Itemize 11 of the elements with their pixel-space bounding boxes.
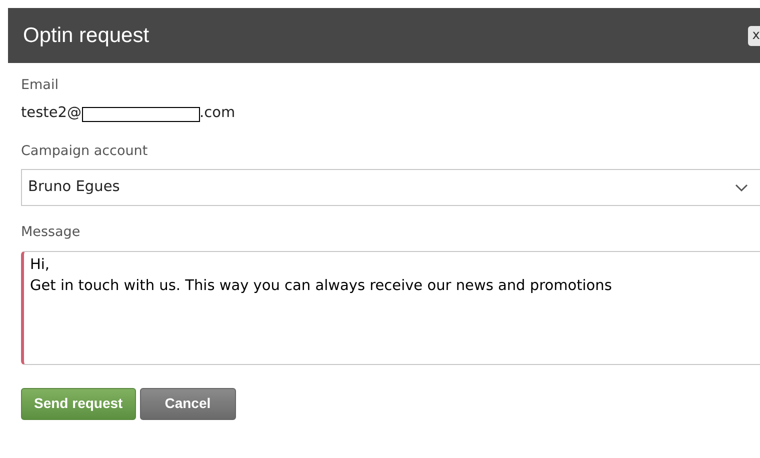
cancel-button[interactable]: Cancel bbox=[140, 388, 236, 420]
dialog-title: Optin request bbox=[23, 22, 150, 49]
chevron-down-icon bbox=[735, 184, 748, 192]
email-value: teste2@ bbox=[21, 104, 82, 124]
email-value: .com bbox=[200, 104, 236, 124]
field-label: Email bbox=[21, 76, 60, 95]
message-field[interactable]: Hi, Get in touch with us. This way you can always receive our news and promotions bbox=[21, 250, 760, 364]
close-button[interactable]: x bbox=[748, 26, 760, 46]
field-label: Campaign account bbox=[21, 142, 149, 161]
campaign-select[interactable]: Bruno Egues bbox=[21, 169, 760, 206]
field-label: Message bbox=[21, 223, 82, 242]
